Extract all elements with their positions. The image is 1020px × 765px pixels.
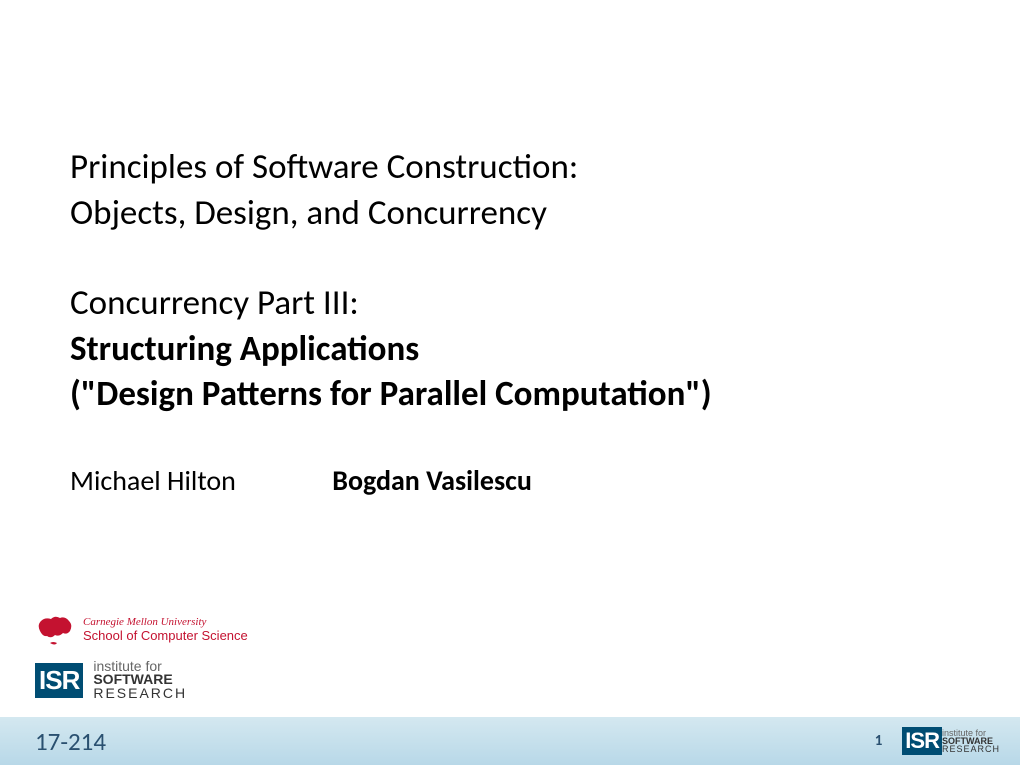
footer-bar: 17-214 1 ISR institute for SOFTWARE RESE…	[0, 717, 1020, 765]
slide-content: Principles of Software Construction: Obj…	[0, 0, 1020, 498]
page-number: 1	[875, 732, 883, 750]
footer-isr-box-icon: ISR	[902, 727, 942, 755]
logos-area: Carnegie Mellon University School of Com…	[35, 613, 248, 700]
footer-isr-text: institute for SOFTWARE RESEARCH	[942, 729, 1000, 753]
cmu-logo: Carnegie Mellon University School of Com…	[35, 613, 248, 648]
cmu-university-text: Carnegie Mellon University	[83, 617, 248, 628]
dragon-icon	[35, 613, 75, 648]
isr-logo: ISR institute for SOFTWARE RESEARCH	[35, 660, 248, 700]
title-line-3: Concurrency Part III:	[70, 281, 950, 327]
isr-software-research-text: SOFTWARE RESEARCH	[93, 673, 187, 700]
title-line-1: Principles of Software Construction:	[70, 145, 950, 191]
author-1: Michael Hilton	[70, 463, 236, 498]
isr-box-icon: ISR	[35, 663, 83, 698]
title-line-4: Structuring Applications	[70, 327, 950, 373]
footer-isr-sr: SOFTWARE RESEARCH	[942, 737, 1000, 753]
spacer	[70, 236, 950, 281]
title-line-2: Objects, Design, and Concurrency	[70, 191, 950, 237]
footer-right: 1 ISR institute for SOFTWARE RESEARCH	[875, 727, 1000, 755]
authors: Michael Hilton Bogdan Vasilescu	[70, 463, 950, 498]
cmu-text: Carnegie Mellon University School of Com…	[83, 617, 248, 644]
footer-isr-logo: ISR institute for SOFTWARE RESEARCH	[902, 727, 1000, 755]
isr-text: institute for SOFTWARE RESEARCH	[93, 660, 187, 700]
course-number: 17-214	[35, 726, 106, 757]
title-line-5: ("Design Patterns for Parallel Computati…	[70, 372, 950, 418]
cmu-school-text: School of Computer Science	[83, 628, 248, 644]
author-2: Bogdan Vasilescu	[332, 463, 532, 498]
